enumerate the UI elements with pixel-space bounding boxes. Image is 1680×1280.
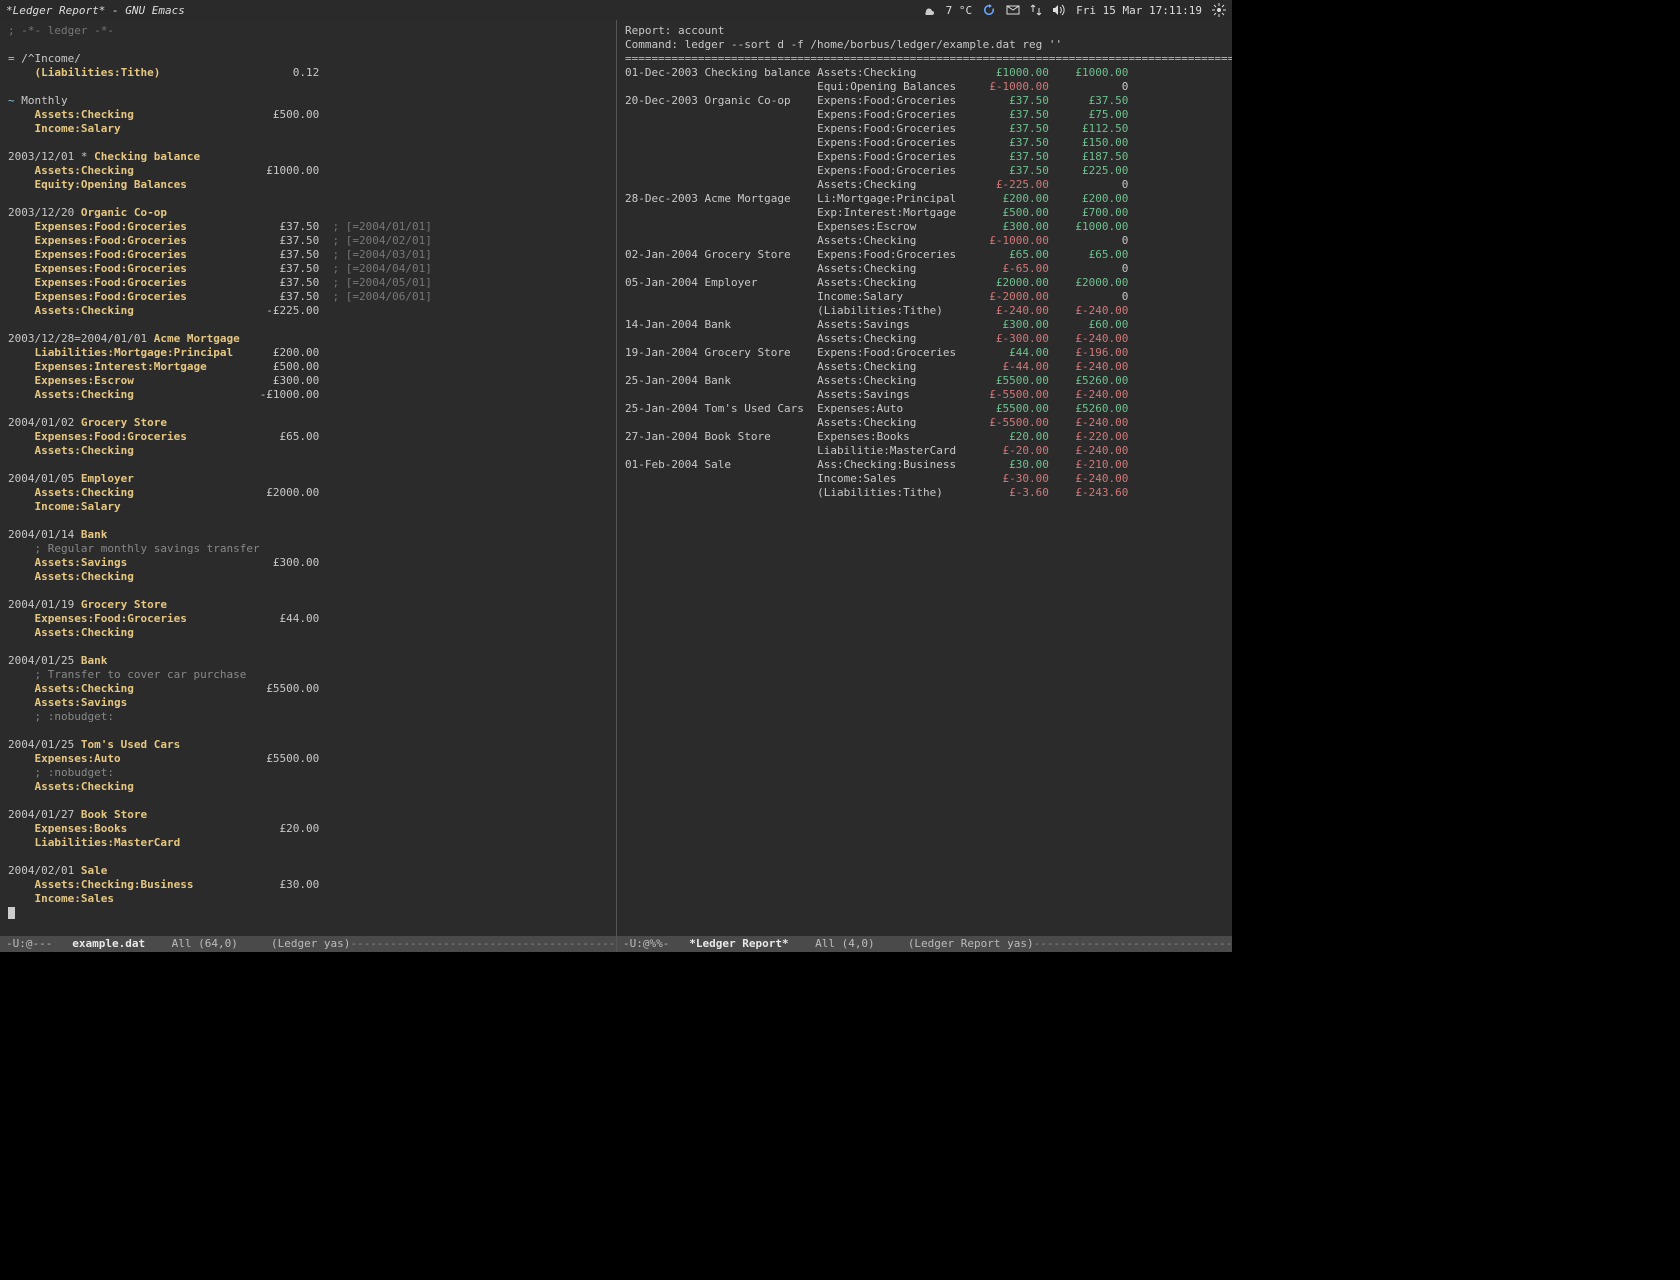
modeline-prefix: -U:@--- <box>6 937 52 950</box>
modeline-prefix: -U:@%%- <box>623 937 669 950</box>
window-titlebar: *Ledger Report* - GNU Emacs 7 °C Fri 15 … <box>0 0 1232 20</box>
modeline-modes: (Ledger yas) <box>271 937 350 950</box>
clock-text: Fri 15 Mar 17:11:19 <box>1076 4 1202 17</box>
refresh-icon[interactable] <box>982 3 996 17</box>
network-icon[interactable] <box>1030 4 1042 16</box>
emacs-frame: ; -*- ledger -*- = /^Income/ (Liabilitie… <box>0 20 1232 952</box>
modeline-position: All (64,0) <box>172 937 238 950</box>
text-cursor <box>8 907 15 919</box>
weather-icon <box>922 4 936 16</box>
window-title: *Ledger Report* - GNU Emacs <box>6 4 185 17</box>
ledger-source-buffer[interactable]: ; -*- ledger -*- = /^Income/ (Liabilitie… <box>0 20 616 936</box>
modeline-modes: (Ledger Report yas) <box>908 937 1034 950</box>
left-modeline: -U:@--- example.dat All (64,0) (Ledger y… <box>0 936 616 952</box>
mail-icon[interactable] <box>1006 4 1020 16</box>
settings-gear-icon[interactable] <box>1212 3 1226 17</box>
left-pane: ; -*- ledger -*- = /^Income/ (Liabilitie… <box>0 20 616 952</box>
weather-text: 7 °C <box>946 4 973 17</box>
right-pane: Report: account Command: ledger --sort d… <box>616 20 1232 952</box>
system-tray: 7 °C Fri 15 Mar 17:11:19 <box>922 3 1226 17</box>
right-modeline: -U:@%%- *Ledger Report* All (4,0) (Ledge… <box>617 936 1232 952</box>
modeline-buffer-name: example.dat <box>72 937 145 950</box>
modeline-fill: ----------------------------------------… <box>1034 937 1232 950</box>
modeline-position: All (4,0) <box>815 937 875 950</box>
ledger-report-buffer[interactable]: Report: account Command: ledger --sort d… <box>617 20 1232 936</box>
modeline-buffer-name: *Ledger Report* <box>689 937 788 950</box>
modeline-fill: ----------------------------------------… <box>350 937 616 950</box>
volume-icon[interactable] <box>1052 4 1066 16</box>
